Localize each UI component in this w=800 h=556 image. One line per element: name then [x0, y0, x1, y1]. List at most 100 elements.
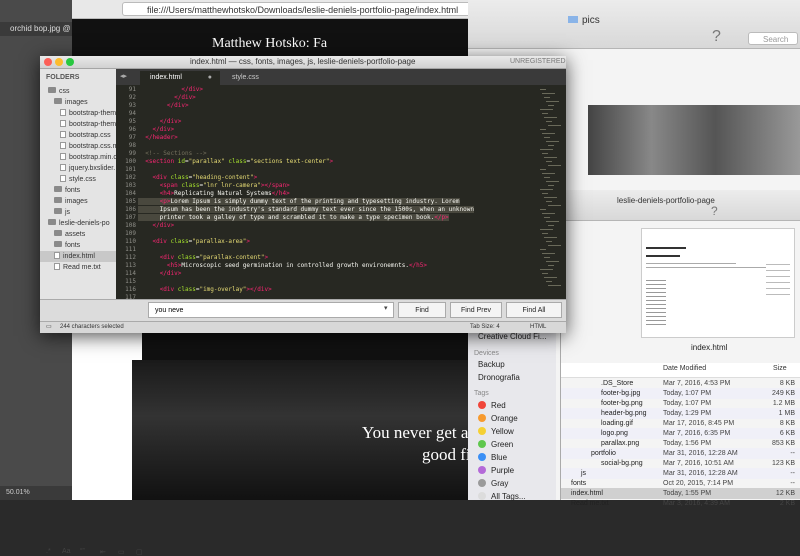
sidebar-item[interactable]: fonts	[40, 240, 80, 251]
line-number: 95	[128, 118, 136, 125]
line-number: 98	[128, 142, 136, 149]
line-number: 105	[125, 198, 136, 205]
sidebar-item[interactable]: images	[40, 97, 88, 108]
sidebar-item[interactable]: assets	[40, 229, 85, 240]
sidebar-tag[interactable]: Gray	[478, 479, 508, 488]
in-selection-icon[interactable]: ▭	[118, 548, 125, 556]
tag-color-icon	[478, 492, 486, 500]
minimap-line	[548, 185, 554, 186]
unsaved-dot-icon[interactable]: ●	[208, 71, 212, 85]
close-icon[interactable]	[44, 58, 52, 66]
line-number: 116	[125, 286, 136, 293]
syntax-status[interactable]: HTML	[530, 322, 546, 333]
find-all-button[interactable]: Find All	[506, 302, 562, 318]
minimap-line	[542, 213, 555, 214]
sidebar-item-label: bootstrap-theme	[69, 121, 116, 128]
file-icon	[54, 252, 60, 259]
sidebar-item[interactable]: bootstrap-theme	[40, 119, 116, 130]
minimap-line	[540, 269, 553, 270]
sidebar-item[interactable]: bootstrap.css	[40, 130, 111, 141]
minimap-line	[546, 101, 559, 102]
sidebar-item[interactable]: bootstrap-theme	[40, 108, 116, 119]
minimap-line	[546, 141, 559, 142]
sidebar-item[interactable]: leslie-deniels-po	[40, 218, 110, 229]
sidebar-item[interactable]: style.css	[40, 174, 96, 185]
line-number: 113	[125, 262, 136, 269]
sidebar-item[interactable]: fonts	[40, 185, 80, 196]
minimap-line	[548, 285, 561, 286]
finder-leslie-toolbar: leslie-deniels-portfolio-page ?	[561, 190, 800, 221]
minimap-line	[546, 161, 552, 162]
photoshop-document-title[interactable]: orchid bop.jpg @ 50%	[0, 22, 80, 36]
tag-label: Red	[491, 401, 506, 410]
folder-icon	[54, 98, 62, 104]
find-prev-button[interactable]: Find Prev	[450, 302, 502, 318]
file-icon	[60, 142, 66, 149]
sublime-window: index.html — css, fonts, images, js, les…	[40, 56, 566, 556]
sidebar-item-label: style.css	[69, 176, 96, 183]
page-hero-title: Matthew Hotsko: Fa	[212, 36, 328, 51]
zoom-icon[interactable]	[66, 58, 74, 66]
finder-leslie-window: leslie-deniels-portfolio-page ? index.ht…	[560, 190, 800, 507]
tab-nav-arrows[interactable]: ◂▸	[120, 72, 127, 80]
find-input[interactable]: you neve	[148, 302, 394, 318]
minimap-line	[548, 225, 554, 226]
case-sensitive-icon[interactable]: Aa	[62, 548, 71, 555]
line-number: 110	[125, 238, 136, 245]
minimap-line	[542, 233, 548, 234]
whole-word-icon[interactable]: “”	[80, 548, 85, 555]
finder-pics-title-text: pics	[582, 15, 600, 26]
regex-icon[interactable]: .*	[46, 548, 51, 555]
sidebar-item[interactable]: index.html	[40, 251, 116, 262]
sidebar-item-label: fonts	[65, 242, 81, 249]
sidebar-tag[interactable]: Blue	[478, 453, 507, 462]
sidebar-item[interactable]: images	[40, 196, 88, 207]
tab-style-css[interactable]: style.css	[222, 71, 302, 85]
tag-label: Yellow	[491, 427, 514, 436]
code-editor[interactable]: </div> </div> </div> </div> </div> </hea…	[138, 85, 538, 299]
tab-index-html[interactable]: index.html ●	[140, 71, 220, 85]
sidebar-item-label: bootstrap.min.c	[69, 154, 116, 161]
find-button[interactable]: Find	[398, 302, 446, 318]
help-icon[interactable]: ?	[711, 204, 718, 218]
minimap[interactable]	[538, 85, 566, 299]
tab-size-status[interactable]: Tab Size: 4	[470, 322, 500, 333]
tab-label: index.html	[150, 74, 182, 81]
wrap-icon[interactable]: ⇤	[100, 548, 106, 556]
column-date-modified[interactable]: Date Modified	[663, 365, 706, 372]
sidebar-item-creative-cloud[interactable]: Creative Cloud Fi...	[478, 332, 546, 341]
help-icon[interactable]: ?	[712, 28, 721, 46]
sidebar-tag[interactable]: Red	[478, 401, 506, 410]
status-display-icon[interactable]: ▭	[46, 322, 52, 333]
url-bar[interactable]: file:///Users/matthewhotsko/Downloads/le…	[122, 2, 482, 16]
page-quote: You never get a s good fi	[362, 422, 479, 466]
sidebar-item-device[interactable]: Dronografia	[478, 373, 520, 382]
sidebar-item[interactable]: bootstrap.min.c	[40, 152, 116, 163]
sidebar-item[interactable]: Read me.txt	[40, 262, 101, 273]
sidebar-item-label: Read me.txt	[63, 264, 101, 271]
line-number-gutter: 91 92 93 94 95 96 97 98 99 100 101 102 103 104 105 106 1…	[116, 85, 138, 301]
highlight-matches-icon[interactable]: ▢	[136, 548, 143, 556]
finder-sidebar: Creative Cloud Fi... Devices Backup Dron…	[468, 330, 556, 501]
sidebar-item[interactable]: bootstrap.css.m	[40, 141, 116, 152]
sidebar-tag[interactable]: Green	[478, 440, 513, 449]
minimap-line	[542, 113, 548, 114]
sidebar-tag[interactable]: Purple	[478, 466, 514, 475]
line-number: 114	[125, 270, 136, 277]
minimize-icon[interactable]	[55, 58, 63, 66]
sidebar-tag[interactable]: Orange	[478, 414, 518, 423]
column-size[interactable]: Size	[773, 365, 787, 372]
pics-thumbnail-photo[interactable]	[588, 105, 800, 175]
sidebar-item[interactable]: jquery.bxslider.	[40, 163, 115, 174]
sidebar-item[interactable]: js	[40, 207, 70, 218]
minimap-line	[544, 237, 557, 238]
sidebar-item-label: assets	[65, 231, 86, 238]
minimap-line	[542, 273, 548, 274]
minimap-line	[546, 261, 559, 262]
sidebar-item-device[interactable]: Backup	[478, 360, 505, 369]
sidebar-tag[interactable]: Yellow	[478, 427, 514, 436]
line-number: 94	[128, 110, 136, 117]
sidebar-item[interactable]: css	[40, 86, 70, 97]
search-input[interactable]: Search	[748, 32, 798, 45]
chevron-down-icon[interactable]: ▾	[384, 304, 388, 312]
